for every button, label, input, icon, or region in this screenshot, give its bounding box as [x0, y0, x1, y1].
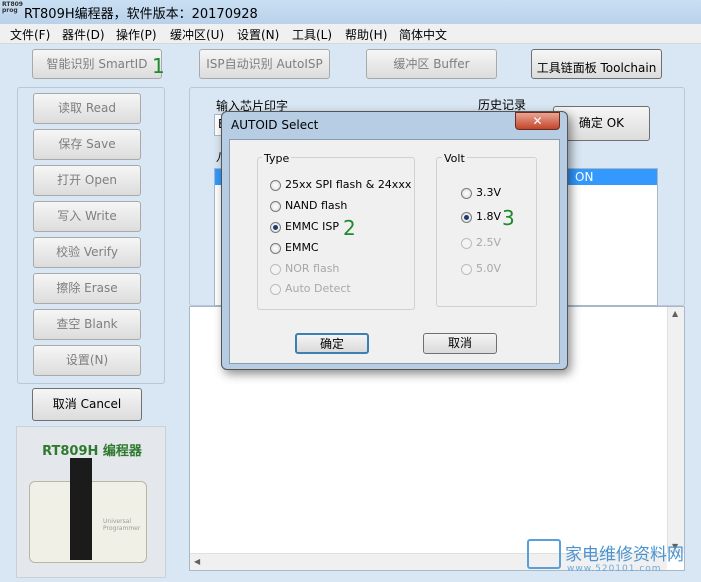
write-button[interactable]: 写入 Write [33, 201, 141, 232]
autoid-dialog: AUTOID Select ✕ Type 25xx SPI flash & 24… [221, 111, 568, 370]
settings-button[interactable]: 设置(N) [33, 345, 141, 376]
dialog-body: Type 25xx SPI flash & 24xxx NAND flash E… [229, 139, 560, 364]
verify-button[interactable]: 校验 Verify [33, 237, 141, 268]
app-logo-icon: RT809 prog [2, 1, 23, 14]
chip-list-selected-text: ON [575, 170, 594, 184]
title-bar: RT809 prog RT809H编程器，软件版本：20170928 [0, 0, 701, 24]
annotation-3: 3 [502, 206, 515, 230]
blank-button[interactable]: 查空 Blank [33, 309, 141, 340]
scroll-left-icon[interactable]: ◀ [194, 557, 200, 566]
watermark-logo: 家电维修资料网 www.520101.com [527, 539, 692, 581]
menu-language[interactable]: 简体中文 [399, 26, 447, 43]
annotation-1: 1 [152, 54, 165, 78]
menu-device[interactable]: 器件(D) [62, 26, 105, 43]
save-button[interactable]: 保存 Save [33, 129, 141, 160]
log-vertical-scrollbar[interactable]: ▲ ▼ [667, 307, 684, 553]
menu-tools[interactable]: 工具(L) [292, 26, 332, 43]
toolchain-button[interactable]: 工具链面板 Toolchain [531, 49, 662, 79]
volt-group-label: Volt [442, 152, 467, 165]
menu-help[interactable]: 帮助(H) [345, 26, 387, 43]
dialog-title: AUTOID Select [231, 118, 319, 132]
programmer-device-icon: Universal Programmer [29, 458, 147, 563]
autoisp-button[interactable]: ISP自动识别 AutoISP [199, 49, 330, 79]
watermark-icon [527, 539, 561, 569]
scroll-up-icon[interactable]: ▲ [672, 309, 678, 318]
close-icon[interactable]: ✕ [515, 112, 560, 130]
smartid-button[interactable]: 智能识别 SmartID [32, 49, 162, 79]
menu-buffer[interactable]: 缓冲区(U) [170, 26, 224, 43]
volt-group [436, 157, 537, 307]
dialog-cancel-button[interactable]: 取消 [423, 333, 497, 354]
watermark-url: www.520101.com [567, 564, 662, 574]
cancel-button[interactable]: 取消 Cancel [32, 388, 142, 421]
product-name: RT809H 编程器 [42, 444, 142, 459]
menu-file[interactable]: 文件(F) [10, 26, 50, 43]
watermark-text: 家电维修资料网 [565, 545, 684, 565]
dialog-ok-button[interactable]: 确定 [295, 333, 369, 354]
type-group-label: Type [262, 152, 292, 165]
menu-bar: 文件(F) 器件(D) 操作(P) 缓冲区(U) 设置(N) 工具(L) 帮助(… [0, 24, 701, 44]
product-image: RT809H 编程器 Universal Programmer [16, 426, 166, 578]
buffer-button[interactable]: 缓冲区 Buffer [366, 49, 497, 79]
window-title: RT809H编程器，软件版本：20170928 [24, 7, 258, 22]
open-button[interactable]: 打开 Open [33, 165, 141, 196]
menu-settings[interactable]: 设置(N) [237, 26, 279, 43]
menu-operation[interactable]: 操作(P) [116, 26, 157, 43]
read-button[interactable]: 读取 Read [33, 93, 141, 124]
annotation-2: 2 [343, 216, 356, 240]
erase-button[interactable]: 擦除 Erase [33, 273, 141, 304]
